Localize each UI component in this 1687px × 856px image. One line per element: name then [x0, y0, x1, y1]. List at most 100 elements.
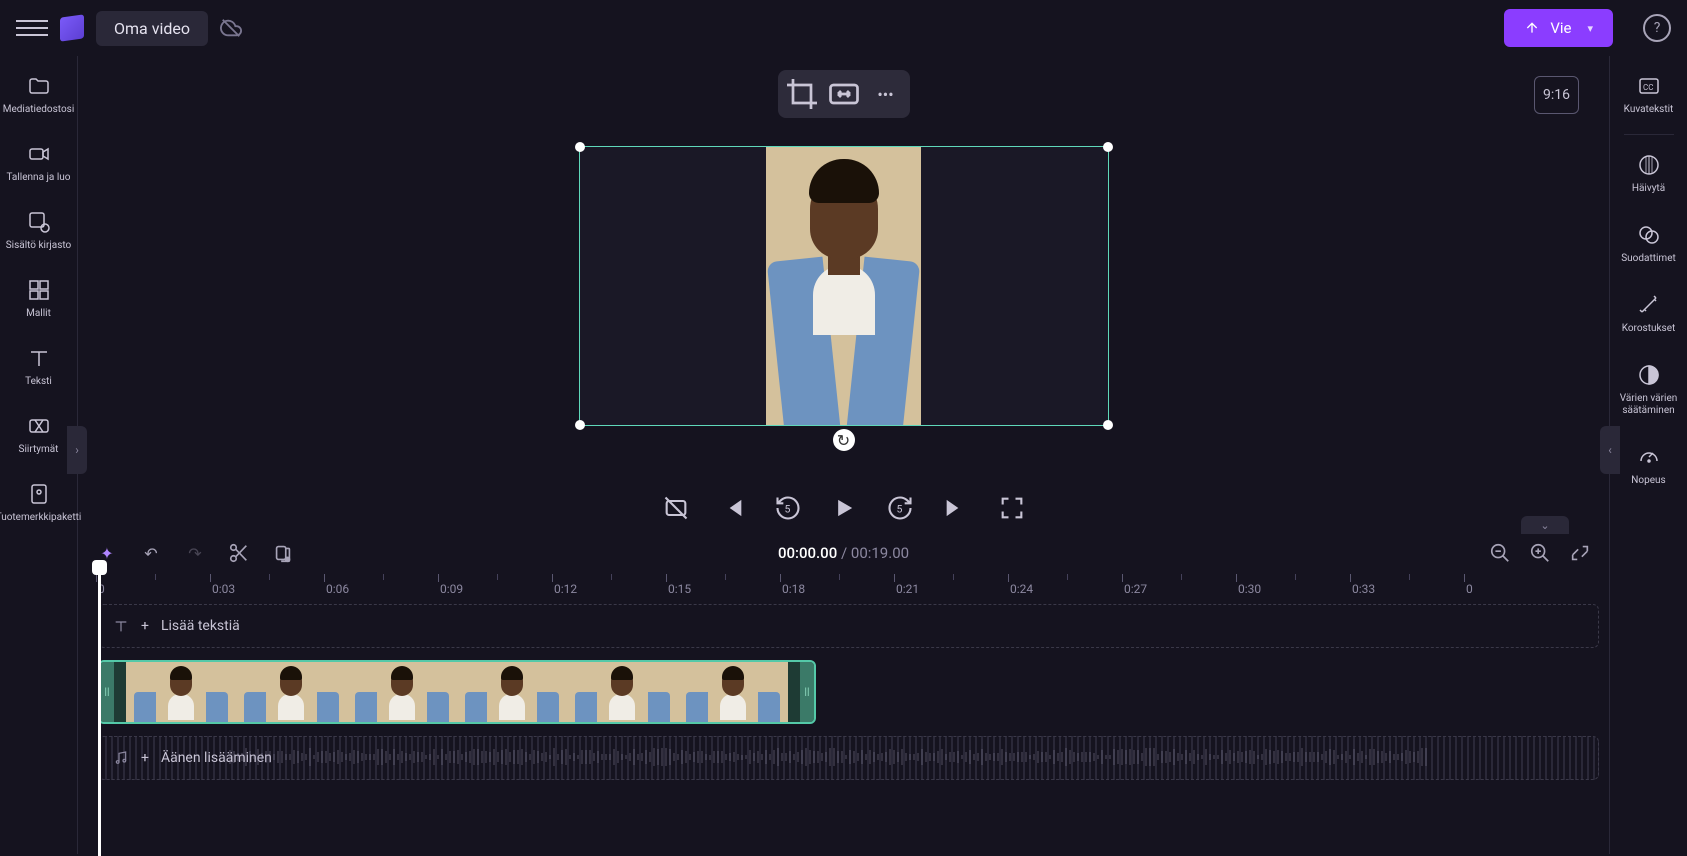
- svg-text:5: 5: [896, 503, 902, 516]
- export-label: Vie: [1550, 19, 1571, 37]
- chevron-down-icon: ▾: [1587, 22, 1593, 35]
- music-icon: [113, 750, 129, 766]
- transition-icon: [27, 414, 51, 438]
- tick: 0:03: [212, 582, 235, 596]
- plus-icon: +: [141, 750, 149, 766]
- rewind-5-button[interactable]: 5: [774, 494, 802, 522]
- audio-track[interactable]: + Äänen lisääminen: [98, 736, 1599, 780]
- export-button[interactable]: Vie ▾: [1504, 9, 1613, 47]
- resize-handle[interactable]: [1103, 142, 1113, 152]
- svg-text:5: 5: [784, 503, 790, 516]
- camera-icon: [27, 142, 51, 166]
- grid-icon: [27, 278, 51, 302]
- playhead[interactable]: [98, 566, 101, 856]
- app-logo-icon: [60, 14, 84, 41]
- right-sidebar: CC Kuvatekstit Häivytä Suodattimet Koros…: [1609, 56, 1687, 854]
- contrast-icon: [1637, 363, 1661, 387]
- preview-zone: ••• 9:16 ↻: [78, 56, 1609, 486]
- project-title[interactable]: Oma video: [96, 11, 208, 46]
- sidebar-item-templates[interactable]: Mallit: [0, 278, 77, 320]
- sidebar-item-library[interactable]: Sisältö kirjasto: [0, 210, 77, 252]
- tick: 0:24: [1010, 582, 1033, 596]
- clip-thumbnails: [126, 662, 788, 722]
- add-text-label: Lisää tekstiä: [161, 618, 240, 634]
- svg-text:+: +: [286, 555, 290, 563]
- filters-icon: [1637, 223, 1661, 247]
- tick: 0:06: [326, 582, 349, 596]
- resize-handle[interactable]: [575, 420, 585, 430]
- tick: 0:21: [896, 582, 919, 596]
- text-track[interactable]: + Lisää tekstiä: [98, 604, 1599, 648]
- sidebar-item-color-adjust[interactable]: Värien värien säätäminen: [1610, 363, 1687, 417]
- playback-controls: 5 5: [78, 486, 1609, 534]
- fit-button[interactable]: [826, 76, 862, 112]
- cc-icon: CC: [1637, 74, 1661, 98]
- tick: 0:12: [554, 582, 577, 596]
- collapse-timeline-button[interactable]: ⌄: [1521, 516, 1569, 534]
- clip-trim-left[interactable]: ||: [100, 662, 114, 722]
- left-sidebar: Mediatiedostosi Tallenna ja luo Sisältö …: [0, 56, 78, 854]
- tick: 0:33: [1352, 582, 1375, 596]
- skip-start-button[interactable]: [718, 494, 746, 522]
- tick: 0:27: [1124, 582, 1147, 596]
- redo-button[interactable]: ↷: [184, 542, 206, 564]
- sidebar-item-highlights[interactable]: Korostukset: [1610, 293, 1687, 335]
- copy-button[interactable]: +: [272, 542, 294, 564]
- tick: 0:30: [1238, 582, 1261, 596]
- time-display: 00:00.00 / 00:19.00: [778, 544, 909, 562]
- text-icon: [113, 618, 129, 634]
- sidebar-item-speed[interactable]: Nopeus: [1610, 445, 1687, 487]
- video-preview-content: [766, 147, 921, 425]
- preview-canvas[interactable]: ↻: [579, 146, 1109, 426]
- help-button[interactable]: ?: [1643, 14, 1671, 42]
- video-clip[interactable]: || ||: [98, 660, 816, 724]
- no-preview-button[interactable]: [662, 494, 690, 522]
- speedometer-icon: [1637, 445, 1661, 469]
- folder-icon: [27, 74, 51, 98]
- collapse-right-panel[interactable]: ‹: [1600, 426, 1620, 474]
- plus-icon: +: [141, 618, 149, 634]
- undo-button[interactable]: ↶: [140, 542, 162, 564]
- sidebar-item-filters[interactable]: Suodattimet: [1610, 223, 1687, 265]
- fit-timeline-button[interactable]: [1569, 542, 1591, 564]
- rotate-handle[interactable]: ↻: [833, 429, 855, 451]
- zoom-out-button[interactable]: [1489, 542, 1511, 564]
- main-area: ••• 9:16 ↻ 5 5: [78, 56, 1609, 854]
- timeline-toolbar: ⌄ ✦ ↶ ↷ + 00:00.00 / 00:19.00: [78, 534, 1609, 572]
- brand-kit-icon: [27, 482, 51, 506]
- zoom-in-button[interactable]: [1529, 542, 1551, 564]
- menu-button[interactable]: [16, 12, 48, 44]
- cloud-sync-off-icon[interactable]: [220, 17, 242, 39]
- fullscreen-button[interactable]: [998, 494, 1026, 522]
- sidebar-item-fade[interactable]: Häivytä: [1610, 153, 1687, 195]
- timeline-ruler[interactable]: 0 0:03 0:06 0:09 0:12 0:15 0:18 0:21 0:2…: [98, 572, 1599, 604]
- play-button[interactable]: [830, 494, 858, 522]
- sidebar-item-text[interactable]: Teksti: [0, 346, 77, 388]
- split-button[interactable]: [228, 542, 250, 564]
- timeline-tracks: + Lisää tekstiä || || + Äänen lisäämine: [98, 604, 1599, 792]
- sidebar-item-brand[interactable]: Tuotemerkkipaketti: [0, 482, 77, 524]
- more-button[interactable]: •••: [868, 76, 904, 112]
- forward-5-button[interactable]: 5: [886, 494, 914, 522]
- crop-button[interactable]: [784, 76, 820, 112]
- wand-icon: [1637, 293, 1661, 317]
- sidebar-item-media[interactable]: Mediatiedostosi: [0, 74, 77, 116]
- waveform: [229, 748, 1588, 768]
- resize-handle[interactable]: [575, 142, 585, 152]
- sidebar-item-transitions[interactable]: Siirtymät: [0, 414, 77, 456]
- clip-trim-right[interactable]: ||: [800, 662, 814, 722]
- sidebar-item-captions[interactable]: CC Kuvatekstit: [1610, 74, 1687, 116]
- fade-icon: [1637, 153, 1661, 177]
- aspect-ratio-button[interactable]: 9:16: [1534, 76, 1579, 114]
- skip-end-button[interactable]: [942, 494, 970, 522]
- music-note-icon: [27, 210, 51, 234]
- preview-toolbar: •••: [778, 70, 910, 118]
- top-bar: Oma video Vie ▾ ?: [0, 0, 1687, 56]
- tick: 0:09: [440, 582, 463, 596]
- sidebar-item-record[interactable]: Tallenna ja luo: [0, 142, 77, 184]
- resize-handle[interactable]: [1103, 420, 1113, 430]
- tick: 0:15: [668, 582, 691, 596]
- tick: 0:18: [782, 582, 805, 596]
- svg-text:CC: CC: [1643, 83, 1653, 92]
- tick: 0: [1466, 582, 1473, 596]
